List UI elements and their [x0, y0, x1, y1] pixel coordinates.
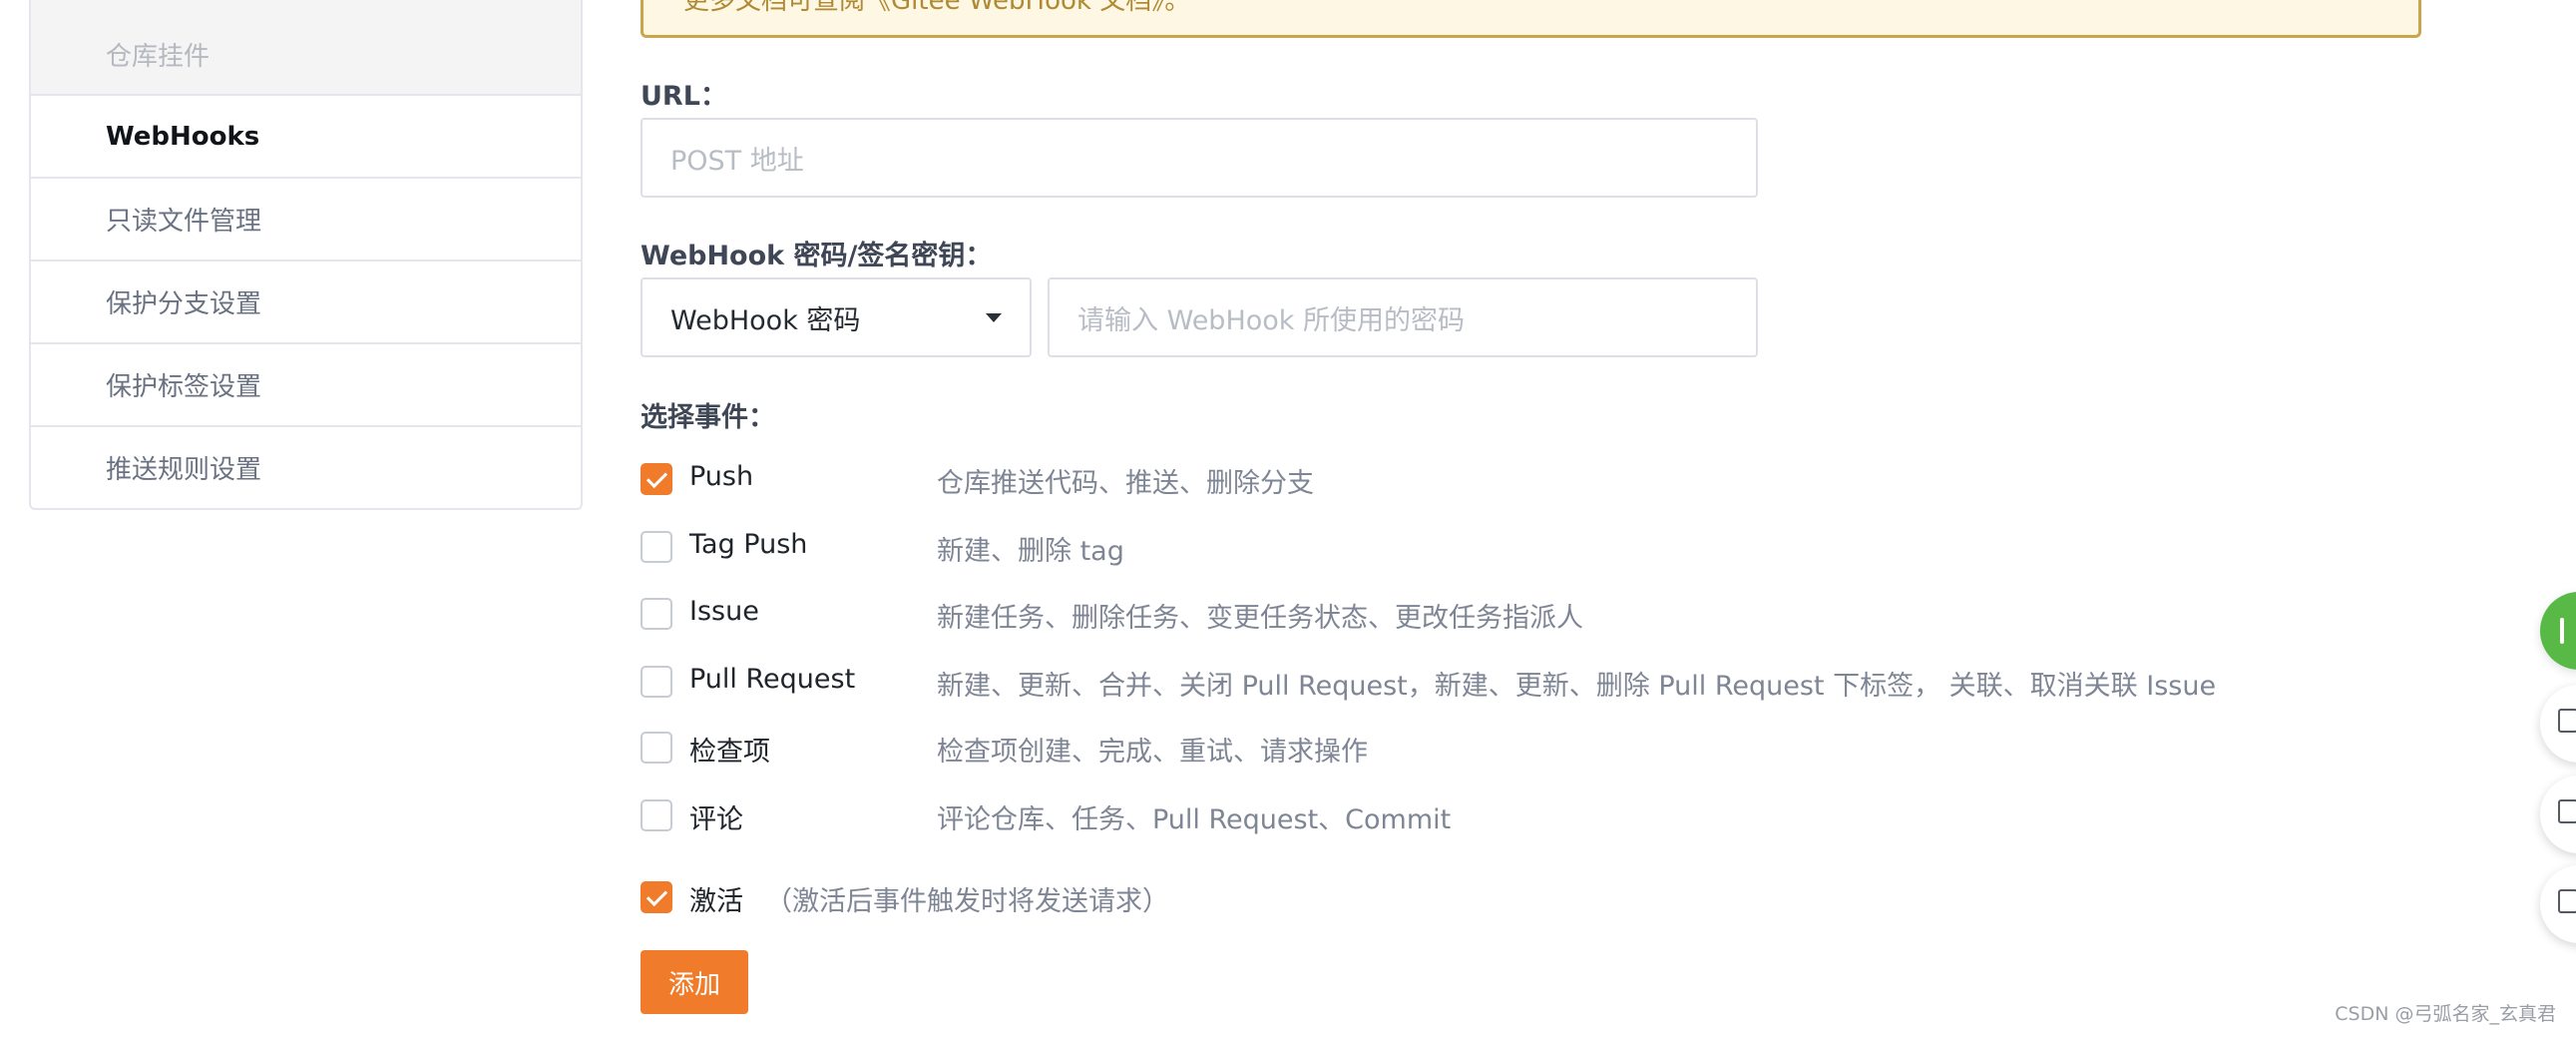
- settings-sidebar: 仓库挂件 WebHooks 只读文件管理 保护分支设置 保护标签设置 推送规则设…: [29, 0, 583, 510]
- event-row-issue: Issue 新建任务、删除任务、变更任务状态、更改任务指派人: [641, 596, 2337, 638]
- message-icon: [2558, 799, 2576, 823]
- tag-push-checkbox[interactable]: [641, 531, 672, 563]
- event-description: 新建任务、删除任务、变更任务状态、更改任务指派人: [937, 603, 1583, 634]
- webhook-docs-link[interactable]: 《Gitee WebHook 文档》: [865, 0, 1164, 16]
- event-description: 仓库推送代码、推送、删除分支: [937, 468, 1314, 499]
- push-checkbox[interactable]: [641, 463, 672, 495]
- sidebar-item-protected-tags[interactable]: 保护标签设置: [31, 342, 581, 425]
- secret-type-select[interactable]: WebHook 密码: [641, 277, 1032, 357]
- plus-icon: [2560, 618, 2564, 644]
- sidebar-item-readonly-files[interactable]: 只读文件管理: [31, 177, 581, 260]
- sidebar-item-label: 仓库挂件: [106, 41, 211, 72]
- url-placeholder: POST 地址: [670, 145, 804, 177]
- event-description: 新建、更新、合并、关闭 Pull Request，新建、更新、删除 Pull R…: [937, 671, 2217, 702]
- event-row-tag-push: Tag Push 新建、删除 tag: [641, 529, 2337, 571]
- activate-checkbox[interactable]: [641, 881, 672, 913]
- caret-down-icon: [986, 312, 1002, 322]
- event-name: Tag Push: [689, 529, 808, 560]
- event-row-push: Push 仓库推送代码、推送、删除分支: [641, 461, 2337, 503]
- secret-label: WebHook 密码/签名密钥：: [641, 241, 993, 271]
- floating-message-button[interactable]: [2540, 776, 2576, 853]
- secret-placeholder: 请输入 WebHook 所使用的密码: [1077, 304, 1466, 336]
- sidebar-item-label: 只读文件管理: [106, 207, 262, 237]
- event-description: 检查项创建、完成、重试、请求操作: [937, 737, 1368, 768]
- floating-document-button[interactable]: [2540, 685, 2576, 763]
- info-notice: 更多文档可查阅《Gitee WebHook 文档》。: [641, 0, 2421, 38]
- floating-add-button[interactable]: [2540, 592, 2576, 670]
- event-row-check-run: 检查项 检查项创建、完成、重试、请求操作: [641, 732, 2337, 772]
- secret-type-value: WebHook 密码: [670, 304, 861, 336]
- comment-checkbox[interactable]: [641, 799, 672, 831]
- add-webhook-button[interactable]: 添加: [641, 950, 748, 1014]
- activate-row: 激活 （激活后事件触发时将发送请求）: [641, 881, 2337, 921]
- event-description: 评论仓库、任务、Pull Request、Commit: [937, 804, 1452, 835]
- event-name: Pull Request: [689, 664, 856, 695]
- url-input[interactable]: POST 地址: [641, 118, 1758, 198]
- sidebar-item-protected-branches[interactable]: 保护分支设置: [31, 260, 581, 342]
- text-icon: [2558, 889, 2576, 913]
- events-label: 选择事件：: [641, 402, 775, 433]
- csdn-watermark: CSDN @弓弧名家_玄真君: [2335, 1003, 2556, 1025]
- activate-hint: （激活后事件触发时将发送请求）: [765, 886, 1169, 917]
- event-name: 检查项: [689, 737, 770, 768]
- floating-text-button[interactable]: [2540, 865, 2576, 943]
- sidebar-item-label: WebHooks: [106, 121, 260, 152]
- secret-input[interactable]: 请输入 WebHook 所使用的密码: [1048, 277, 1758, 357]
- sidebar-item-webhooks[interactable]: WebHooks: [31, 94, 581, 177]
- sidebar-item-label: 保护标签设置: [106, 372, 262, 402]
- sidebar-item-push-rules[interactable]: 推送规则设置: [31, 425, 581, 508]
- event-row-pull-request: Pull Request 新建、更新、合并、关闭 Pull Request，新建…: [641, 664, 2337, 706]
- event-name: Issue: [689, 596, 759, 627]
- sidebar-item-label: 推送规则设置: [106, 455, 262, 485]
- check-run-checkbox[interactable]: [641, 732, 672, 764]
- event-description: 新建、删除 tag: [937, 536, 1124, 567]
- url-label: URL：: [641, 81, 727, 112]
- event-name: 评论: [689, 804, 743, 835]
- document-icon: [2558, 709, 2576, 733]
- pull-request-checkbox[interactable]: [641, 666, 672, 698]
- event-name: Push: [689, 461, 754, 492]
- activate-label: 激活: [689, 886, 743, 917]
- issue-checkbox[interactable]: [641, 598, 672, 630]
- event-row-comment: 评论 评论仓库、任务、Pull Request、Commit: [641, 799, 2337, 839]
- sidebar-item-label: 保护分支设置: [106, 289, 262, 319]
- notice-text: 更多文档可查阅《Gitee WebHook 文档》。: [683, 0, 1190, 17]
- sidebar-item-repo-widget[interactable]: 仓库挂件: [31, 0, 581, 94]
